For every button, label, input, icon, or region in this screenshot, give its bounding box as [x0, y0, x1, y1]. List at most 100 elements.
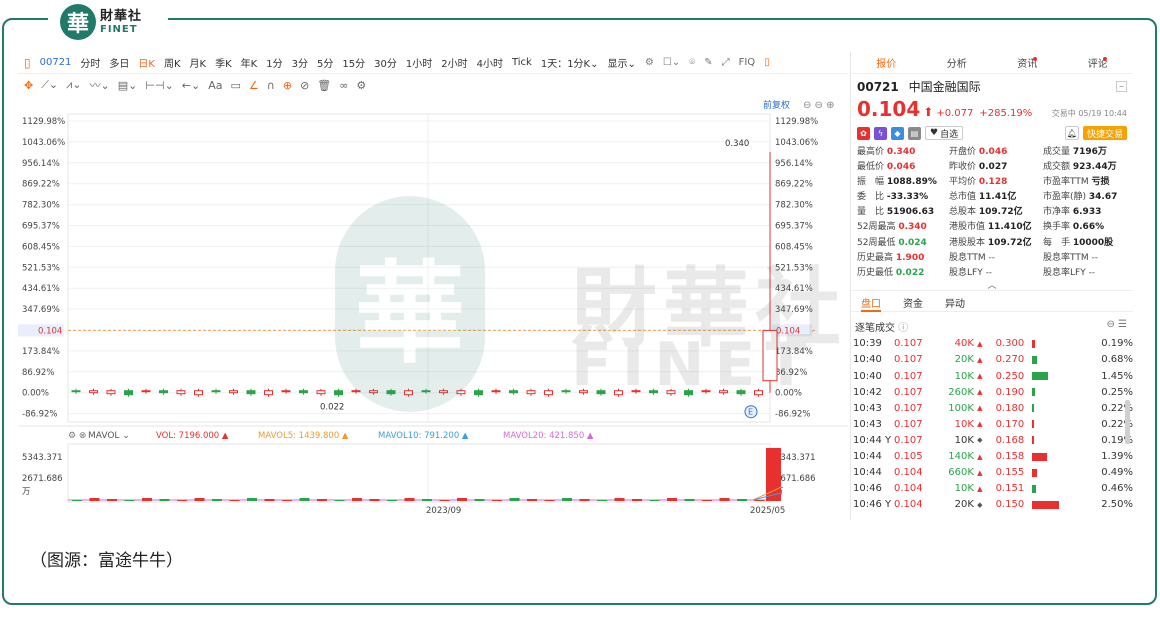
tick-row: 10:43 0.107 100K ▲ 0.180 0.22%	[851, 400, 1133, 416]
period-tab[interactable]: 周K	[164, 55, 181, 70]
tick-time: 10:43	[853, 418, 882, 430]
lock-icon[interactable]: ⊕	[283, 79, 292, 92]
tick-level: 0.151	[995, 483, 1025, 495]
stat-item: 52周最低 0.024	[857, 237, 927, 248]
adjust-label: 前复权	[763, 99, 790, 111]
period-tab[interactable]: 月K	[190, 55, 207, 70]
period-tab[interactable]: 3分	[292, 55, 308, 70]
list-icon[interactable]: ☰	[1118, 319, 1127, 330]
tick-time: 10:44	[853, 451, 882, 463]
more-icon[interactable]: ⊖	[1106, 319, 1114, 330]
day-select[interactable]: 1天：1分K⌄	[541, 55, 599, 70]
wave-tool-icon[interactable]: 〰⌄	[90, 77, 110, 93]
tick-share: 0.68%	[1101, 354, 1134, 366]
period-tab[interactable]: 30分	[374, 55, 397, 70]
magnet-icon[interactable]: ∩	[267, 79, 275, 92]
quote-panel-tabs: 报价 分析 资讯 评论	[851, 52, 1133, 74]
link-icon[interactable]: ∞	[339, 79, 348, 92]
tick-list-scrollbar[interactable]	[1125, 400, 1130, 444]
period-tab[interactable]: 1分	[266, 55, 282, 70]
tick-time: 10:40	[853, 354, 882, 366]
candle-body	[246, 390, 256, 395]
period-tab[interactable]: 15分	[342, 55, 365, 70]
sidebar-toggle-icon[interactable]: ▯	[24, 56, 31, 70]
checkbox-icon[interactable]: ☐⌄	[663, 57, 680, 68]
tab-news[interactable]: 资讯	[992, 52, 1063, 73]
y-tick-left: 869.22%	[22, 180, 60, 190]
period-tab[interactable]: 2小时	[441, 55, 467, 70]
y-tick-right: 608.45%	[775, 242, 813, 252]
period-tab[interactable]: 季K	[215, 55, 232, 70]
help-icon[interactable]: ⓘ	[898, 323, 908, 334]
add-watchlist-button[interactable]: ♥ 自选	[925, 126, 964, 140]
tab-analysis[interactable]: 分析	[922, 52, 993, 73]
drag-icon[interactable]: ✥	[24, 79, 33, 92]
candle-body	[701, 390, 711, 393]
tick-row: 10:46 0.104 10K ▲ 0.151 0.46%	[851, 481, 1133, 497]
panel-toggle-icon[interactable]: ▯	[764, 57, 770, 68]
sub-tab[interactable]: 资金	[903, 295, 923, 311]
stock-code: 00721	[39, 57, 72, 68]
period-tab[interactable]: 5分	[317, 55, 333, 70]
fq-button[interactable]: FIQ	[739, 57, 756, 68]
volume-bar	[737, 499, 747, 501]
volume-bar	[492, 500, 502, 501]
current-price-label-right: 0.104	[776, 326, 800, 336]
period-tab[interactable]: 日K	[138, 55, 155, 70]
stat-item: 昨收价 0.027	[949, 162, 1008, 173]
tick-volume: 660K	[948, 467, 974, 479]
candle-body	[211, 390, 221, 393]
y-tick-left: 956.14%	[22, 159, 60, 169]
fib-tool-icon[interactable]: ▤⌄	[118, 79, 138, 92]
volume-settings-icon: ⚙︎ ⊗	[68, 431, 86, 441]
tick-row: 10:40 0.107 10K ▲ 0.250 1.45%	[851, 368, 1133, 384]
stat-item: 最高价 0.340	[857, 147, 916, 157]
kline-chart[interactable]: 1129.98% 1129.98% 1043.06% 1043.06% 956.14% 9…	[18, 96, 848, 520]
period-tab[interactable]: 多日	[109, 55, 129, 70]
candle-body	[159, 390, 168, 394]
camera-icon[interactable]: ⌾	[689, 57, 695, 68]
arrow-tool-icon[interactable]: ←⌄	[182, 79, 200, 92]
y-tick-right: 347.69%	[775, 305, 813, 315]
stat-item: 市盈率(静) 34.67	[1043, 192, 1118, 203]
text-tool-icon[interactable]: Aa	[208, 79, 222, 92]
volume-bar	[72, 500, 82, 501]
show-dropdown[interactable]: 显示⌄	[608, 55, 636, 70]
tab-comments[interactable]: 评论	[1063, 52, 1134, 73]
collapse-icon[interactable]: –	[1116, 81, 1127, 92]
volume-bar	[684, 499, 695, 501]
alert-bell-icon[interactable]: 🔔︎	[1064, 126, 1079, 140]
candle-body	[281, 390, 291, 393]
tick-list[interactable]: 10:39 0.107 40K ▲ 0.300 0.19% 10:40 0.107 20K ▲ 0.…	[851, 336, 1133, 513]
share-bar	[1031, 500, 1094, 509]
polyline-tool-icon[interactable]: ⩘⌄	[66, 78, 81, 92]
gear-icon[interactable]: ⚙︎	[645, 57, 654, 68]
hide-icon[interactable]: ⊘	[300, 79, 309, 92]
note-tool-icon[interactable]: ▭	[231, 79, 241, 92]
direction-icon: ▲	[977, 452, 983, 461]
quick-trade-button[interactable]: 快捷交易	[1082, 126, 1127, 140]
candle-body	[474, 390, 483, 396]
tick-row: 10:44 0.104 660K ▲ 0.155 0.49%	[851, 465, 1133, 481]
expand-icon[interactable]: ⤢	[722, 57, 730, 68]
period-tab[interactable]: 4小时	[477, 55, 503, 70]
period-tab[interactable]: 年K	[241, 55, 258, 70]
stat-item: 总市值 11.41亿	[949, 192, 1017, 203]
sub-tab[interactable]: 盘口	[861, 295, 881, 312]
ruler-icon[interactable]: ∠	[249, 79, 259, 92]
current-price-label-left: 0.104	[38, 326, 62, 336]
period-tab[interactable]: 1小时	[406, 55, 432, 70]
delete-icon[interactable]: 🗑︎	[317, 79, 331, 92]
period-tab[interactable]: 分时	[80, 55, 100, 70]
pen-icon[interactable]: ✎	[704, 57, 712, 68]
period-tab[interactable]: Tick	[512, 57, 532, 68]
hk-flag-icon: ✿	[857, 126, 870, 140]
measure-tool-icon[interactable]: ⊢⊣⌄	[145, 79, 173, 92]
line-tool-icon[interactable]: ⟋⌄	[41, 78, 58, 92]
volume-y-tick-right: 2671.686	[775, 474, 816, 484]
settings-icon[interactable]: ⚙︎	[356, 79, 366, 92]
y-tick-right: 1129.98%	[775, 117, 818, 127]
stat-item: 历史最高 1.900	[857, 252, 925, 263]
tab-quote[interactable]: 报价	[851, 52, 922, 73]
sub-tab[interactable]: 异动	[945, 295, 965, 311]
